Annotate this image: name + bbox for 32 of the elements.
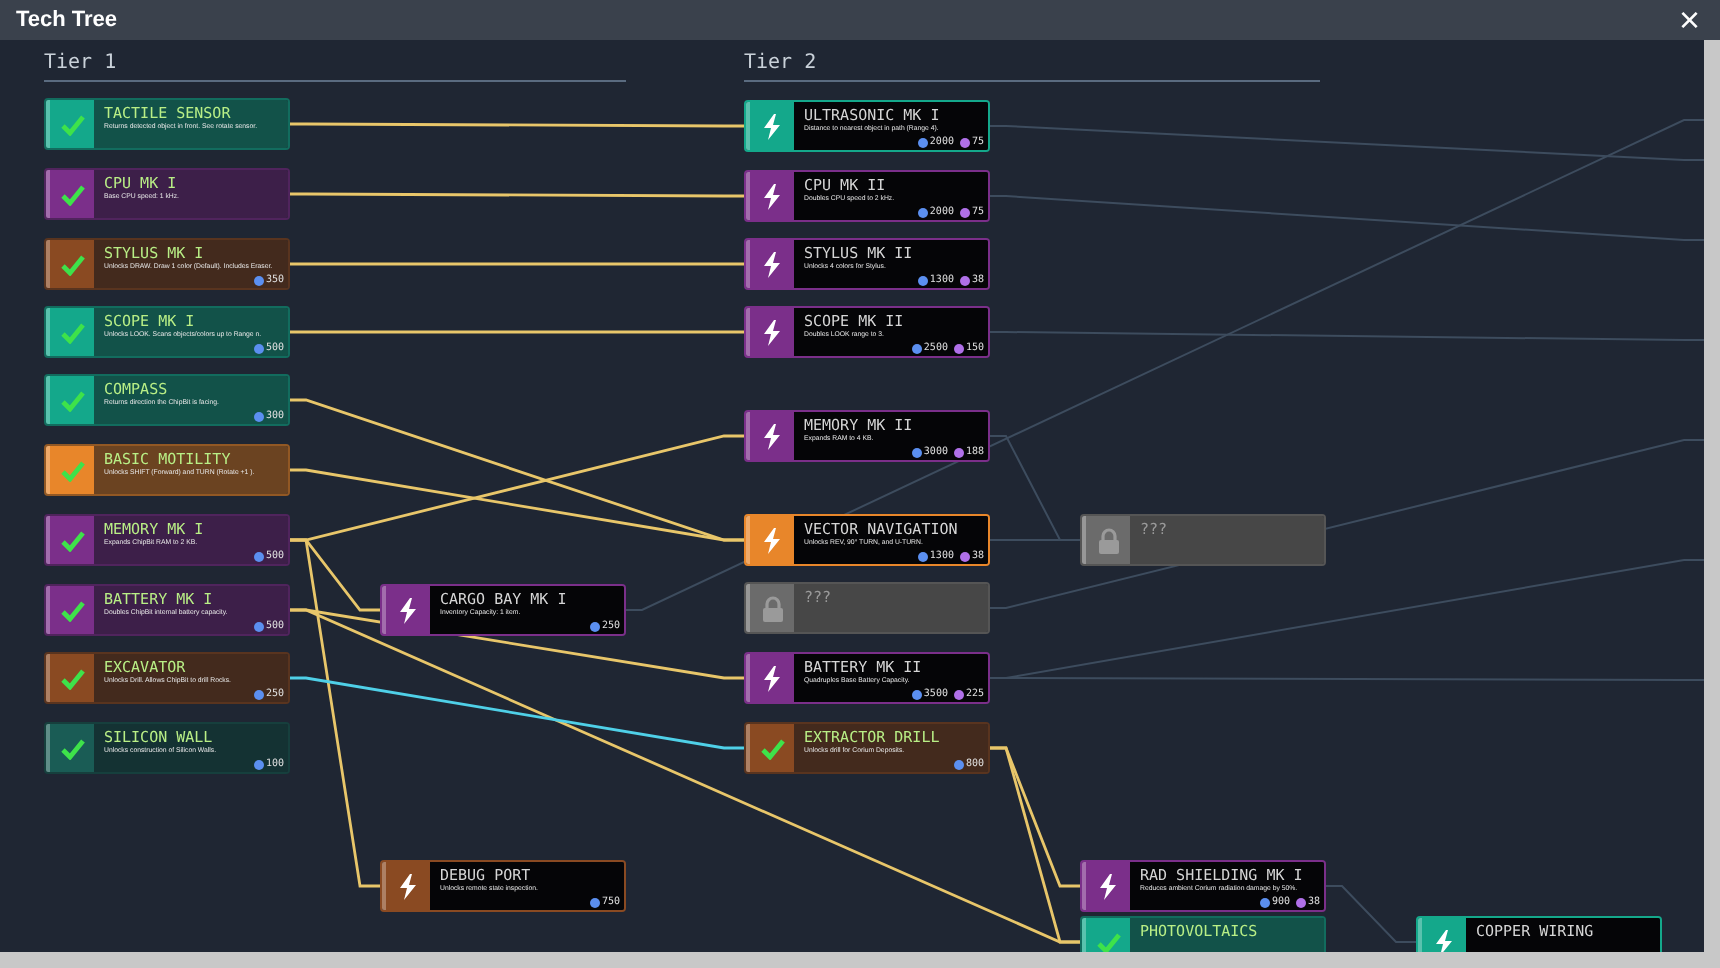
check-icon — [59, 389, 85, 411]
lightning-bolt-icon — [762, 423, 782, 449]
close-button[interactable]: × — [1674, 2, 1704, 38]
padlock-icon — [1097, 527, 1119, 553]
tier-heading: Tier 1 — [44, 48, 626, 82]
check-icon — [1095, 931, 1121, 952]
scrollbar[interactable] — [1704, 40, 1720, 952]
lightning-bolt-icon — [762, 665, 782, 691]
lightning-bolt-icon — [762, 183, 782, 209]
tier-heading: Tier 2 — [744, 48, 1320, 82]
check-icon — [759, 737, 785, 759]
lightning-bolt-icon — [762, 251, 782, 277]
lightning-bolt-icon — [762, 527, 782, 553]
lightning-bolt-icon — [398, 597, 418, 623]
lightning-bolt-icon — [762, 113, 782, 139]
check-icon — [59, 183, 85, 205]
check-icon — [59, 253, 85, 275]
check-icon — [59, 529, 85, 551]
lightning-bolt-icon — [762, 319, 782, 345]
check-icon — [59, 599, 85, 621]
check-icon — [59, 321, 85, 343]
lightning-bolt-icon — [1434, 929, 1454, 952]
check-icon — [59, 667, 85, 689]
lightning-bolt-icon — [1098, 873, 1118, 899]
check-icon — [59, 113, 85, 135]
padlock-icon — [761, 595, 783, 621]
check-icon — [59, 459, 85, 481]
check-icon — [59, 737, 85, 759]
window-title: Tech Tree — [16, 5, 118, 36]
connector-line — [1325, 885, 1417, 943]
scrollbar[interactable] — [0, 952, 1720, 968]
lightning-bolt-icon — [398, 873, 418, 899]
